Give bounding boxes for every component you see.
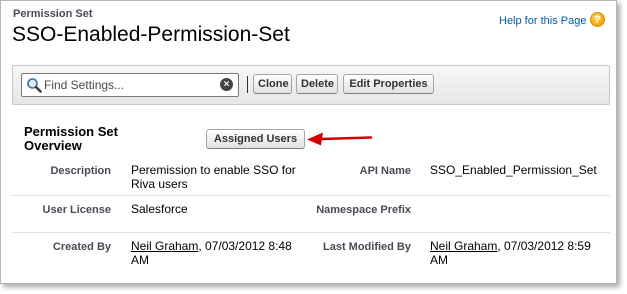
last-modified-user-link[interactable]: Neil Graham [430, 239, 497, 253]
search-input[interactable] [44, 76, 214, 94]
assigned-users-button[interactable]: Assigned Users [206, 129, 305, 149]
help-icon[interactable]: ? [590, 12, 605, 27]
clear-search-icon[interactable]: × [220, 78, 233, 91]
detail-row-license: User License Salesforce Namespace Prefix [12, 195, 610, 232]
api-name-value: SSO_Enabled_Permission_Set [430, 163, 597, 177]
toolbar: × Clone Delete Edit Properties [12, 65, 610, 105]
user-license-label: User License [42, 204, 111, 216]
last-modified-value: Neil Graham, 07/03/2012 8:59 AM [430, 239, 610, 267]
page-frame: Permission Set SSO-Enabled-Permission-Se… [0, 0, 617, 284]
delete-button[interactable]: Delete [296, 74, 338, 94]
api-name-label: API Name [359, 165, 411, 177]
last-modified-label: Last Modified By [322, 241, 411, 253]
detail-row-audit: Created By Neil Graham, 07/03/2012 8:48 … [12, 232, 610, 271]
annotation-arrow-icon [307, 132, 373, 146]
user-license-value: Salesforce [131, 202, 188, 216]
edit-properties-button[interactable]: Edit Properties [343, 74, 434, 94]
help-link[interactable]: Help for this Page [499, 15, 586, 27]
clone-button[interactable]: Clone [253, 74, 292, 94]
namespace-prefix-label: Namespace Prefix [316, 204, 411, 216]
detail-table: Description Peremission to enable SSO fo… [12, 156, 610, 271]
section-title: Permission Set Overview [24, 124, 118, 153]
created-by-value: Neil Graham, 07/03/2012 8:48 AM [131, 239, 311, 267]
search-icon [27, 78, 42, 93]
object-type-label: Permission Set [13, 8, 93, 20]
description-label: Description [50, 165, 111, 177]
detail-row-description: Description Peremission to enable SSO fo… [12, 156, 610, 195]
created-by-label: Created By [52, 241, 111, 253]
page-title: SSO-Enabled-Permission-Set [12, 23, 290, 46]
search-box: × [21, 73, 239, 97]
created-by-user-link[interactable]: Neil Graham [131, 239, 198, 253]
description-value: Peremission to enable SSO for Riva users [131, 163, 296, 191]
toolbar-divider [247, 76, 248, 93]
